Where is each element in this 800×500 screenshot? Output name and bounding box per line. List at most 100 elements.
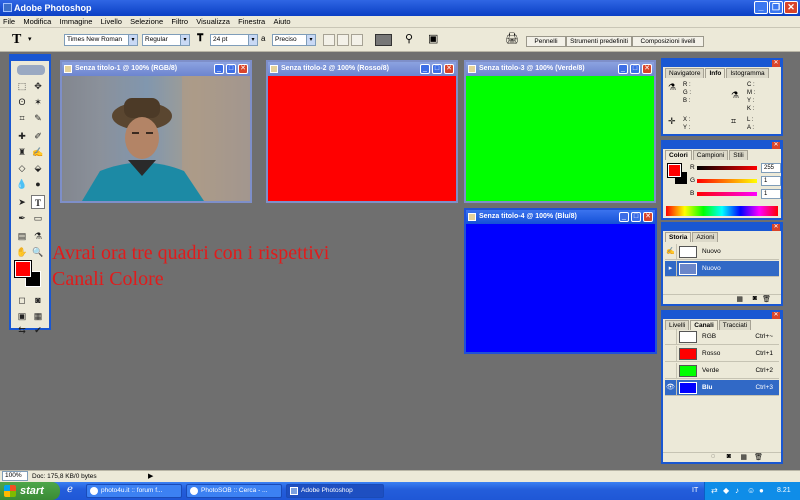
close-icon[interactable]: ✕ xyxy=(642,64,652,74)
history-state-marker-icon[interactable]: ▸ xyxy=(665,261,677,277)
tab-storia[interactable]: Storia xyxy=(665,232,692,242)
value-b[interactable]: 1 xyxy=(761,189,781,199)
magic-wand-icon[interactable]: ✶ xyxy=(31,95,45,109)
align-right-icon[interactable] xyxy=(351,34,363,46)
blue-channel-canvas[interactable] xyxy=(466,224,655,352)
maximize-icon[interactable]: □ xyxy=(630,64,640,74)
close-icon[interactable]: ✕ xyxy=(444,64,454,74)
menu-aiuto[interactable]: Aiuto xyxy=(270,16,293,28)
font-size-select[interactable]: 24 pt ▾ xyxy=(210,34,258,46)
antivirus-icon[interactable]: ● xyxy=(759,482,764,500)
shape-tool-icon[interactable]: ▭ xyxy=(31,211,45,225)
eyedropper-icon[interactable]: ⚗ xyxy=(31,229,45,243)
slider-b[interactable] xyxy=(697,192,757,196)
chevron-down-icon[interactable]: ▾ xyxy=(28,35,32,43)
slice-tool-icon[interactable]: ✎ xyxy=(31,111,45,125)
foreground-color-swatch[interactable] xyxy=(14,260,32,278)
channel-row-rgb[interactable]: RGB Ctrl+~ xyxy=(665,329,779,345)
close-icon[interactable]: ✕ xyxy=(772,142,780,149)
antialias-select[interactable]: Preciso ▾ xyxy=(272,34,316,46)
palette-header[interactable]: ✕ xyxy=(663,142,781,149)
move-tool-icon[interactable]: ✥ xyxy=(31,79,45,93)
minimize-icon[interactable]: _ xyxy=(420,64,430,74)
palette-well-icon[interactable]: 🖨 xyxy=(505,32,519,45)
network-icon[interactable]: ⇄ xyxy=(711,482,718,500)
green-channel-canvas[interactable] xyxy=(466,76,654,201)
channel-row-rosso[interactable]: Rosso Ctrl+1 xyxy=(665,346,779,362)
menu-file[interactable]: File xyxy=(0,16,18,28)
trash-icon[interactable]: 🗑 xyxy=(754,453,763,461)
warp-text-icon[interactable]: ⚲ xyxy=(405,32,413,45)
tab-azioni[interactable]: Azioni xyxy=(692,232,719,242)
screen-mode-icon[interactable]: ▣ xyxy=(15,309,29,323)
trash-icon[interactable]: 🗑 xyxy=(762,295,771,303)
visibility-toggle[interactable] xyxy=(665,329,677,345)
taskbar-item-photosob[interactable]: PhotoSOB :: Cerca - ... xyxy=(186,484,282,498)
eye-icon[interactable]: 👁 xyxy=(665,380,677,396)
menu-selezione[interactable]: Selezione xyxy=(127,16,166,28)
load-selection-icon[interactable]: ◌ xyxy=(711,453,715,460)
palette-tab-pennelli[interactable]: Pennelli xyxy=(526,36,566,47)
quicklaunch-ie-icon[interactable]: ℯ xyxy=(67,484,73,495)
close-icon[interactable]: ✕ xyxy=(238,64,248,74)
palette-header[interactable]: ✕ xyxy=(663,60,781,67)
language-indicator[interactable]: IT xyxy=(692,482,698,500)
menu-immagine[interactable]: Immagine xyxy=(57,16,96,28)
tab-navigatore[interactable]: Navigatore xyxy=(665,68,705,78)
marquee-tool-icon[interactable]: ⬚ xyxy=(15,79,29,93)
minimize-window-icon[interactable]: _ xyxy=(754,1,768,14)
menu-modifica[interactable]: Modifica xyxy=(20,16,54,28)
taskbar-item-photoshop[interactable]: Adobe Photoshop xyxy=(286,484,384,498)
fullscreen-mode-icon[interactable]: ▦ xyxy=(31,309,45,323)
brush-tool-icon[interactable]: ✐ xyxy=(31,129,45,143)
document-window-rgb[interactable]: Senza titolo-1 @ 100% (RGB/8) _ □ ✕ xyxy=(60,60,252,203)
maximize-icon[interactable]: □ xyxy=(226,64,236,74)
start-button[interactable]: start xyxy=(0,482,60,500)
color-spectrum-bar[interactable] xyxy=(666,206,778,216)
lasso-tool-icon[interactable]: ʘ xyxy=(15,95,29,109)
menu-livello[interactable]: Livello xyxy=(98,16,125,28)
text-color-swatch[interactable] xyxy=(375,34,392,46)
align-left-icon[interactable] xyxy=(323,34,335,46)
value-r[interactable]: 255 xyxy=(761,163,781,173)
visibility-toggle[interactable] xyxy=(665,363,677,379)
foreground-color-swatch[interactable] xyxy=(667,163,682,178)
slider-r[interactable] xyxy=(697,166,757,170)
type-tool-icon[interactable]: T xyxy=(31,195,45,209)
character-palette-icon[interactable]: ▣ xyxy=(428,32,438,45)
maximize-window-icon[interactable]: ❐ xyxy=(769,1,783,14)
taskbar-item-photo4u[interactable]: photo4u.it :: forum f... xyxy=(86,484,182,498)
healing-brush-icon[interactable]: ✚ xyxy=(15,129,29,143)
clone-stamp-icon[interactable]: ♜ xyxy=(15,145,29,159)
dodge-tool-icon[interactable]: ● xyxy=(31,177,45,191)
close-window-icon[interactable]: ✕ xyxy=(784,1,798,14)
new-snapshot-icon[interactable]: ◙ xyxy=(753,295,757,302)
paint-bucket-icon[interactable]: ⬙ xyxy=(31,161,45,175)
menu-filtro[interactable]: Filtro xyxy=(168,16,191,28)
palette-header[interactable]: ✕ xyxy=(663,312,781,319)
save-selection-icon[interactable]: ◙ xyxy=(727,453,731,460)
maximize-icon[interactable]: □ xyxy=(631,212,641,222)
crop-tool-icon[interactable]: ⌗ xyxy=(15,111,29,125)
tab-istogramma[interactable]: Istogramma xyxy=(726,68,769,78)
imageready-jump-icon[interactable]: ⇆ xyxy=(15,323,29,337)
blur-tool-icon[interactable]: 💧 xyxy=(15,177,29,191)
history-step-row[interactable]: ▸ Nuovo xyxy=(665,261,779,277)
history-brush-icon[interactable]: ✍ xyxy=(31,145,45,159)
adobe-online-icon[interactable] xyxy=(17,65,45,75)
photo-canvas[interactable] xyxy=(62,76,250,201)
security-icon[interactable]: ◆ xyxy=(723,482,729,500)
menu-finestra[interactable]: Finestra xyxy=(235,16,268,28)
close-icon[interactable]: ✕ xyxy=(772,60,780,67)
document-window-rosso[interactable]: Senza titolo-2 @ 100% (Rosso/8) _ □ ✕ xyxy=(266,60,458,203)
minimize-icon[interactable]: _ xyxy=(619,212,629,222)
slider-g[interactable] xyxy=(697,179,757,183)
path-selection-icon[interactable]: ➤ xyxy=(15,195,29,209)
history-snapshot-row[interactable]: ✍ Nuovo xyxy=(665,244,779,260)
type-tool-preset-icon[interactable]: T xyxy=(12,32,21,48)
menu-visualizza[interactable]: Visualizza xyxy=(193,16,233,28)
palette-tab-composizioni[interactable]: Composizioni livelli xyxy=(632,36,704,47)
close-icon[interactable]: ✕ xyxy=(772,224,780,231)
app-title-bar[interactable]: Adobe Photoshop _ ❐ ✕ xyxy=(0,0,800,16)
document-window-blu[interactable]: Senza titolo-4 @ 100% (Blu/8) _ □ ✕ xyxy=(464,208,657,354)
